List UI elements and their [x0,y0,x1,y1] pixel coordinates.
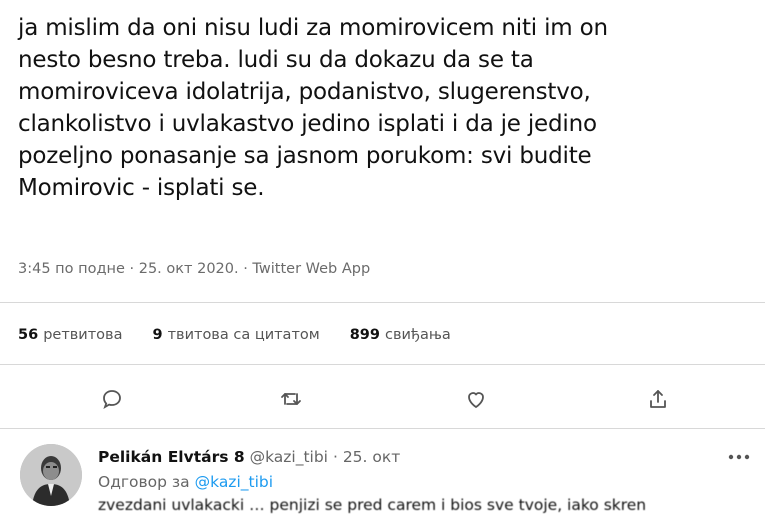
divider [0,428,765,429]
quotes-label: твитова са цитатом [167,327,320,343]
replying-to-handle[interactable]: @kazi_tibi [195,473,273,491]
likes-stat[interactable]: 899 свиђања [350,327,451,343]
reply-date[interactable]: 25. окт [343,448,400,466]
retweet-button[interactable] [276,384,306,414]
reply-header: Pelikán Elvtárs 8 @kazi_tibi · 25. окт [98,448,400,466]
tweet-text-line: pozeljno ponasanje sa jasnom porukom: sv… [18,143,592,169]
divider [0,364,765,365]
tweet-text-line: nesto besno treba. ludi su da dokazu da … [18,47,534,73]
reply-text: zvezdani uvlakacki … penjizi se pred car… [98,496,647,514]
quotes-stat[interactable]: 9 твитова са цитатом [152,327,319,343]
replying-to-label: Одговор за [98,473,190,491]
more-options-button[interactable] [724,446,754,468]
tweet-stats: 56 ретвитова 9 твитова са цитатом 899 свиђа… [18,327,451,343]
share-button[interactable] [643,384,673,414]
tweet-text-line: clankolistvo i uvlakastvo jedino isplati… [18,111,597,137]
divider [0,302,765,303]
reply-author-name[interactable]: Pelikán Elvtárs 8 [98,448,245,466]
reply-button[interactable] [97,384,127,414]
replying-to: Одговор за @kazi_tibi [98,473,273,491]
tweet-actions [0,384,765,414]
retweets-count: 56 [18,327,39,343]
retweet-icon [281,393,301,405]
reply-author-handle[interactable]: @kazi_tibi [250,448,328,466]
reply-tweet[interactable]: Pelikán Elvtárs 8 @kazi_tibi · 25. окт О… [0,438,765,514]
tweet-text: ja mislim da oni nisu ludi za momirovice… [18,12,753,204]
tweet-text-line: Momirovic - isplati se. [18,175,265,201]
separator-dot: · [332,448,338,466]
retweets-stat[interactable]: 56 ретвитова [18,327,122,343]
reply-icon [103,390,121,410]
likes-count: 899 [349,327,380,343]
share-icon [650,390,666,408]
tweet-text-line: momiroviceva idolatrija, podanistvo, slu… [18,79,591,105]
tweet-text-line: ja mislim da oni nisu ludi za momirovice… [18,15,608,41]
more-icon [728,454,750,460]
like-icon [468,392,484,409]
retweets-label: ретвитова [43,327,123,343]
tweet-timestamp[interactable]: 3:45 по подне · 25. окт 2020. · Twitter … [18,261,370,277]
quotes-count: 9 [152,327,163,343]
like-button[interactable] [461,384,491,414]
likes-label: свиђања [384,327,451,343]
avatar[interactable] [20,444,82,506]
